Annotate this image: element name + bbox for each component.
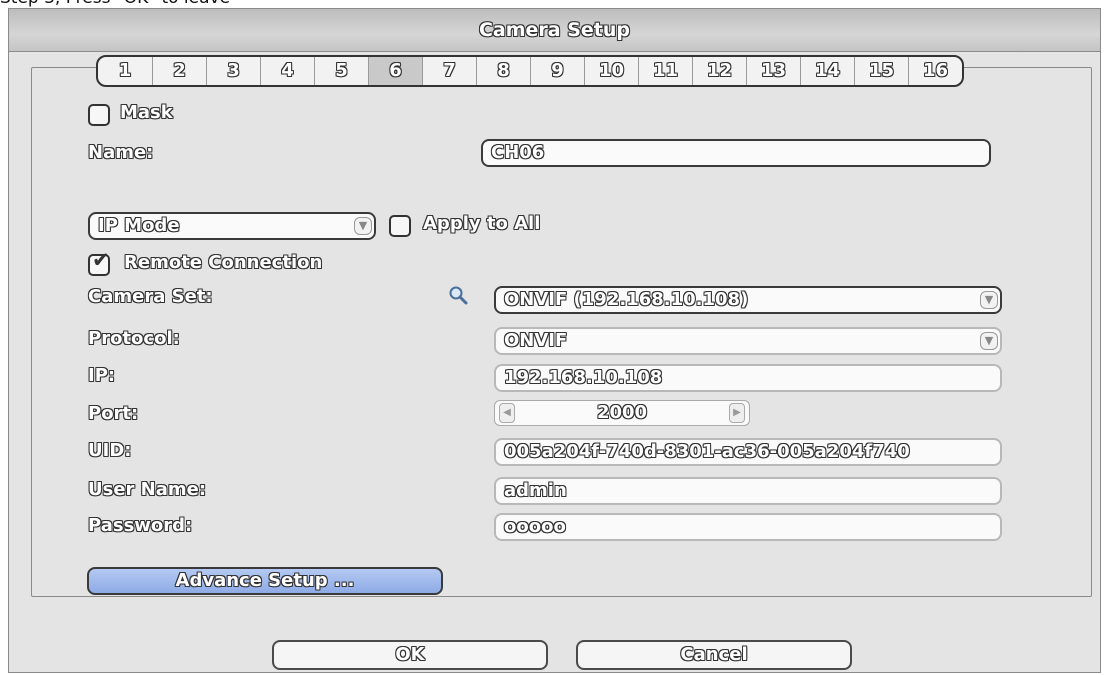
protocol-value: ONVIF [504,330,568,351]
tab-channel-8[interactable]: 8 [476,57,530,85]
tab-channel-15[interactable]: 15 [854,57,908,85]
channel-tabs: 1 2 3 4 5 6 7 8 9 10 11 12 13 14 15 16 [96,55,964,87]
advance-setup-button[interactable]: Advance Setup ... [87,567,443,595]
uid-value: 005a204f-740d-8301-ac36-005a204f740 [504,441,910,462]
tab-channel-13[interactable]: 13 [746,57,800,85]
password-label: Password: [88,515,193,536]
protocol-label: Protocol: [88,328,180,349]
magnifier-icon[interactable] [448,285,468,305]
mode-select[interactable]: IP Mode ▼ [88,212,376,240]
tab-channel-7[interactable]: 7 [422,57,476,85]
chevron-down-icon: ▼ [980,332,998,350]
checkmark-icon: ✔ [92,248,110,272]
mode-value: IP Mode [98,215,180,236]
user-name-value: admin [504,480,567,501]
port-label: Port: [88,403,139,424]
tab-channel-12[interactable]: 12 [692,57,746,85]
instruction-caption: Step 3, Press "OK" to leave [0,0,230,8]
name-field[interactable]: CH06 [481,139,991,167]
camera-set-value: ONVIF (192.168.10.108) [504,289,749,310]
tab-channel-3[interactable]: 3 [206,57,260,85]
chevron-down-icon: ▼ [354,217,372,235]
ip-label: IP: [88,365,116,386]
name-value: CH06 [491,142,545,163]
user-name-field[interactable]: admin [494,477,1002,505]
tab-channel-11[interactable]: 11 [638,57,692,85]
arrow-right-icon[interactable]: ▶ [729,403,745,423]
title-bar: Camera Setup [9,9,1100,52]
mask-label: Mask [120,102,173,123]
uid-label: UID: [88,440,132,461]
password-field[interactable]: ooooo [494,513,1002,541]
window-title: Camera Setup [478,19,631,41]
tab-channel-16[interactable]: 16 [908,57,962,85]
camera-set-select[interactable]: ONVIF (192.168.10.108) ▼ [494,286,1002,314]
port-value: 2000 [596,402,648,423]
tab-channel-2[interactable]: 2 [152,57,206,85]
chevron-down-icon: ▼ [980,291,998,309]
tab-channel-10[interactable]: 10 [584,57,638,85]
protocol-select[interactable]: ONVIF ▼ [494,327,1002,355]
uid-field[interactable]: 005a204f-740d-8301-ac36-005a204f740 [494,438,1002,466]
tab-channel-14[interactable]: 14 [800,57,854,85]
tab-channel-6[interactable]: 6 [368,57,422,85]
ip-value: 192.168.10.108 [504,367,663,388]
user-name-label: User Name: [88,479,207,500]
mask-checkbox[interactable] [88,104,110,126]
apply-to-all-checkbox[interactable] [389,215,411,237]
camera-set-label: Camera Set: [88,286,213,307]
port-stepper[interactable]: ◀ 2000 ▶ [494,400,750,426]
name-label: Name: [88,142,154,163]
tab-channel-4[interactable]: 4 [260,57,314,85]
apply-to-all-label: Apply to All [423,213,541,234]
ok-button[interactable]: OK [272,640,548,670]
tab-channel-5[interactable]: 5 [314,57,368,85]
password-value: ooooo [504,516,566,537]
ip-field[interactable]: 192.168.10.108 [494,364,1002,392]
tab-channel-9[interactable]: 9 [530,57,584,85]
cancel-button[interactable]: Cancel [576,640,852,670]
remote-connection-checkbox[interactable]: ✔ [88,250,110,276]
remote-connection-label: Remote Connection [124,252,323,273]
tab-channel-1[interactable]: 1 [98,57,152,85]
